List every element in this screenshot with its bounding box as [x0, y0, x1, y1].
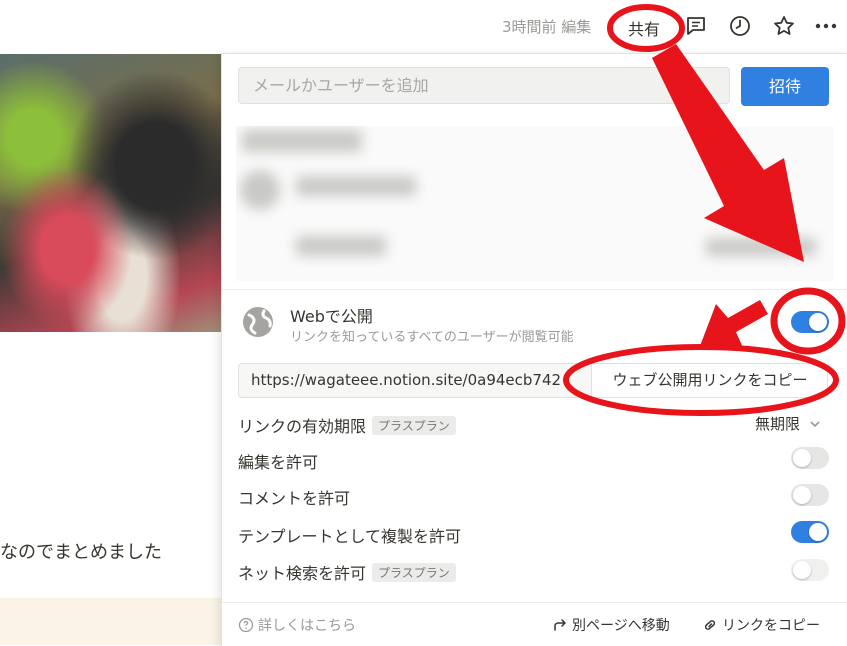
- allow-edit-label: 編集を許可: [238, 453, 319, 472]
- star-icon[interactable]: [772, 14, 796, 38]
- move-page-label: 別ページへ移動: [572, 618, 670, 634]
- arrow-redo-icon: [554, 619, 566, 631]
- link-expiry-value: 無期限: [755, 415, 801, 433]
- link-expiry-row: リンクの有効期限 プラスプラン: [238, 413, 456, 437]
- public-url-field[interactable]: https://wagateee.notion.site/0a94ecb742 …: [238, 363, 828, 398]
- allow-search-toggle[interactable]: [791, 559, 829, 581]
- chevron-down-icon: [810, 421, 820, 428]
- allow-search-label: ネット検索を許可: [238, 564, 367, 583]
- allow-duplicate-toggle[interactable]: [791, 521, 829, 543]
- learn-more-link[interactable]: 詳しくはこちら: [238, 615, 356, 635]
- link-expiry-select[interactable]: 無期限: [755, 413, 821, 434]
- public-url-text: https://wagateee.notion.site/0a94ecb742: [251, 371, 562, 389]
- learn-more-label: 詳しくはこちら: [258, 618, 356, 634]
- allow-comment-toggle[interactable]: [791, 484, 829, 506]
- copy-link-button[interactable]: リンクをコピー: [702, 615, 820, 635]
- publish-subtitle: リンクを知っているすべてのユーザーが閲覧可能: [290, 330, 574, 345]
- plus-plan-badge: プラスプラン: [372, 563, 456, 582]
- allow-comment-label: コメントを許可: [238, 489, 351, 508]
- allow-duplicate-label: テンプレートとして複製を許可: [238, 527, 462, 546]
- page-body-text: なのでまとめました: [0, 542, 162, 563]
- share-button[interactable]: 共有: [628, 16, 660, 40]
- callout-block: [0, 598, 222, 645]
- comment-icon[interactable]: [684, 14, 708, 38]
- copy-link-label: リンクをコピー: [722, 618, 820, 634]
- invite-button[interactable]: 招待: [741, 67, 829, 106]
- more-icon[interactable]: [814, 14, 838, 38]
- members-list: [236, 126, 834, 281]
- cover-image: [0, 54, 222, 332]
- footer-divider: [222, 602, 847, 603]
- clock-icon[interactable]: [728, 14, 752, 38]
- link-expiry-label: リンクの有効期限: [238, 417, 367, 436]
- invite-input[interactable]: [238, 67, 730, 104]
- allow-search-row: ネット検索を許可 プラスプラン: [238, 560, 456, 584]
- top-bar: 3時間前 編集 共有: [0, 0, 847, 52]
- last-edited-text: 3時間前 編集: [502, 18, 592, 36]
- allow-edit-toggle[interactable]: [791, 447, 829, 469]
- link-icon: [704, 620, 716, 630]
- divider: [222, 289, 847, 290]
- copy-web-link-button[interactable]: ウェブ公開用リンクをコピー: [591, 364, 827, 397]
- move-page-button[interactable]: 別ページへ移動: [552, 615, 670, 635]
- share-popup: 招待 Webで公開 リンクを知っているすべてのユーザーが閲覧可能 https:/…: [221, 53, 847, 646]
- publish-toggle[interactable]: [791, 311, 829, 333]
- help-circle-icon: [238, 617, 254, 633]
- plus-plan-badge: プラスプラン: [372, 416, 456, 435]
- publish-title: Webで公開: [290, 307, 373, 326]
- globe-icon: [243, 307, 273, 337]
